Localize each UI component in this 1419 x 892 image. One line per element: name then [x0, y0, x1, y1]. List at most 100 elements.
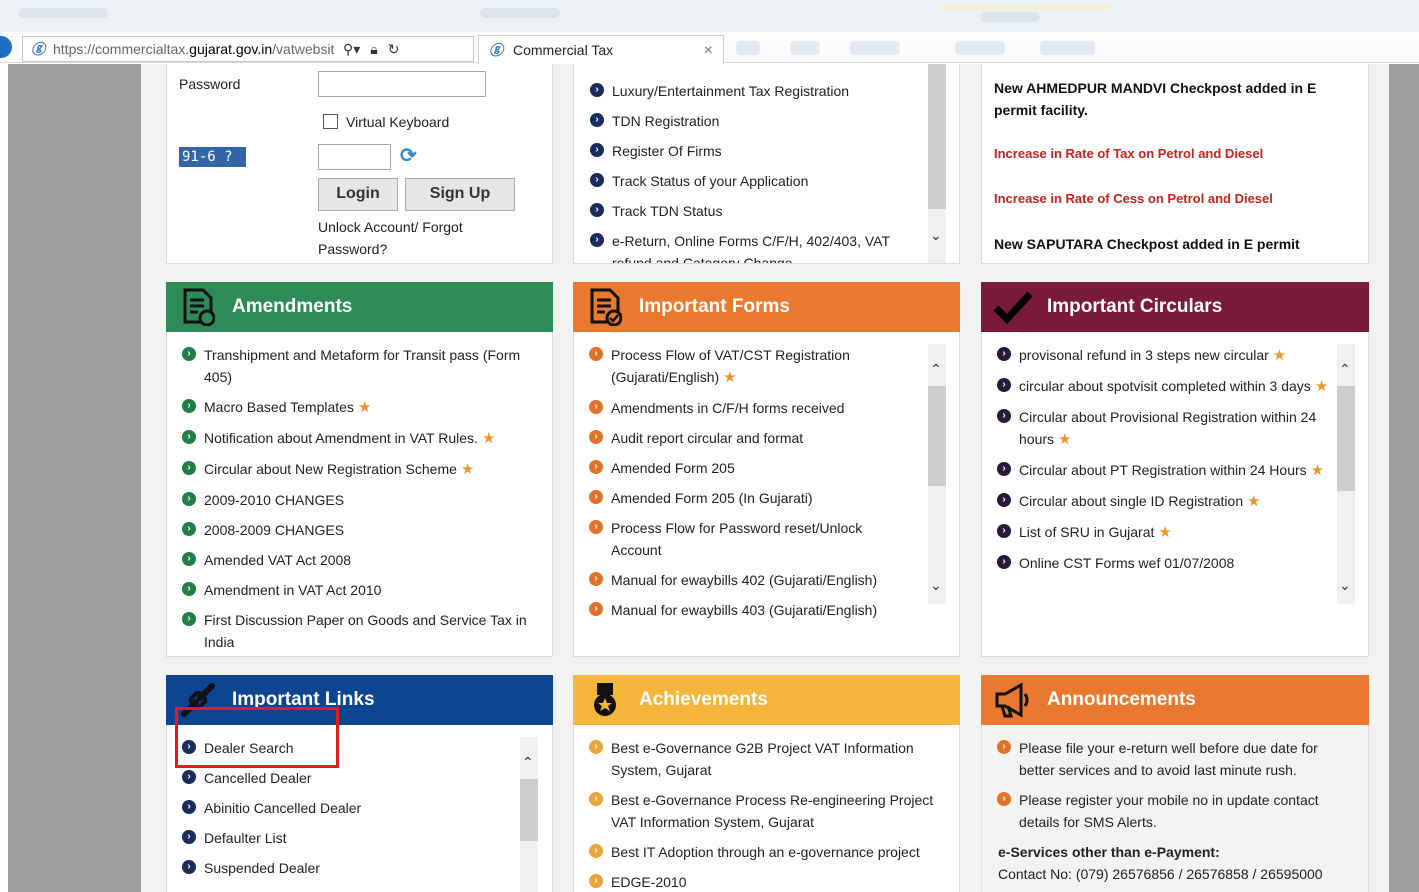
- captcha-refresh-icon[interactable]: ⟳: [400, 143, 417, 168]
- registration-scrollbar[interactable]: ⌄: [928, 64, 946, 263]
- password-input[interactable]: [318, 71, 486, 97]
- star-icon: ★: [1158, 524, 1172, 541]
- list-item[interactable]: › Process Flow for Password reset/Unlock …: [589, 517, 909, 561]
- links-scrollbar[interactable]: ⌃: [520, 737, 538, 892]
- circulars-header: Important Circulars: [981, 282, 1369, 332]
- bullet-icon: ›: [182, 399, 196, 413]
- bullet-icon: ›: [997, 493, 1011, 507]
- list-item[interactable]: › Circular about single ID Registration ★: [997, 490, 1332, 513]
- achievements-header: Achievements: [573, 675, 960, 725]
- bullet-icon: ›: [997, 462, 1011, 476]
- list-item[interactable]: › e-Return, Online Forms C/F/H, 402/403, …: [590, 230, 925, 263]
- bullet-icon: ›: [589, 792, 603, 806]
- news-item[interactable]: Increase in Rate of Cess on Petrol and D…: [994, 188, 1344, 210]
- list-item[interactable]: › Macro Based Templates ★: [182, 396, 532, 419]
- list-item[interactable]: › Amendments in C/F/H forms received: [589, 397, 909, 419]
- bullet-icon: ›: [182, 430, 196, 444]
- forms-scrollbar[interactable]: ⌃ ⌄: [928, 344, 946, 604]
- list-item[interactable]: › Amendment in VAT Act 2010: [182, 579, 532, 601]
- star-icon: ★: [723, 369, 737, 386]
- list-item[interactable]: › 2009-2010 CHANGES: [182, 489, 532, 511]
- list-item[interactable]: › Amended Form 205 (In Gujarati): [589, 487, 909, 509]
- lock-icon[interactable]: 🔒︎: [370, 41, 377, 58]
- bullet-icon: ›: [589, 874, 603, 888]
- bullet-icon: ›: [589, 740, 603, 754]
- virtual-keyboard-label: Virtual Keyboard: [346, 114, 450, 130]
- list-item[interactable]: › Best e-Governance G2B Project VAT Infor…: [589, 737, 949, 781]
- bullet-icon: ›: [182, 860, 196, 874]
- list-item[interactable]: › Abinitio Cancelled Dealer: [182, 797, 502, 819]
- list-item[interactable]: › Amended VAT Act 2008: [182, 549, 532, 571]
- announcements-title: Announcements: [1047, 689, 1196, 710]
- tab-commercial-tax[interactable]: ⓖ Commercial Tax ×: [478, 35, 724, 64]
- scroll-up-icon[interactable]: ⌃: [522, 755, 534, 769]
- circulars-scrollbar[interactable]: ⌃ ⌄: [1337, 344, 1355, 604]
- list-item[interactable]: › TDN Registration: [590, 110, 925, 132]
- list-item[interactable]: › Audit report circular and format: [589, 427, 909, 449]
- list-item[interactable]: › provisonal refund in 3 steps new circul…: [997, 344, 1332, 367]
- tab-favicon-icon: ⓖ: [489, 42, 503, 58]
- list-item[interactable]: › Circular about New Registration Scheme ★: [182, 458, 532, 481]
- list-item[interactable]: › Online CST Forms wef 01/07/2008: [997, 552, 1332, 574]
- list-item[interactable]: › circular about spotvisit completed with…: [997, 375, 1332, 398]
- scroll-up-icon[interactable]: ⌃: [1339, 362, 1351, 376]
- achievements-title: Achievements: [639, 689, 768, 710]
- list-item[interactable]: › Manual for ewaybills 402 (Gujarati/Engl…: [589, 569, 909, 591]
- list-item[interactable]: › Circular about Provisional Registration…: [997, 406, 1332, 451]
- bullet-icon: ›: [589, 490, 603, 504]
- list-item[interactable]: › Track TDN Status: [590, 200, 925, 222]
- bullet-icon: ›: [997, 740, 1011, 754]
- bullet-icon: ›: [590, 113, 604, 127]
- login-button[interactable]: Login: [318, 178, 398, 211]
- eservices-label: e-Services other than e-Payment:: [998, 844, 1220, 860]
- news-panel: New AHMEDPUR MANDVI Checkpost added in E…: [981, 64, 1369, 264]
- list-item[interactable]: › Circular about PT Registration within 2…: [997, 459, 1332, 482]
- list-item[interactable]: › Process Flow of VAT/CST Registration (G…: [589, 344, 909, 389]
- scroll-down-icon[interactable]: ⌄: [1339, 578, 1351, 592]
- address-bar: ⓖ https://commercialtax.gujarat.gov.in/v…: [0, 33, 1419, 64]
- list-item[interactable]: › First Discussion Paper on Goods and Ser…: [182, 609, 532, 653]
- document-edit-icon: [178, 287, 218, 327]
- captcha-input[interactable]: [318, 144, 391, 170]
- refresh-icon[interactable]: ↻: [388, 41, 400, 58]
- list-item[interactable]: › EDGE-2010: [589, 871, 949, 892]
- close-tab-icon[interactable]: ×: [704, 42, 713, 60]
- signup-button[interactable]: Sign Up: [405, 178, 515, 211]
- bullet-icon: ›: [182, 347, 196, 361]
- list-item[interactable]: › Best e-Governance Process Re-engineerin…: [589, 789, 949, 833]
- scroll-up-icon[interactable]: ⌃: [930, 362, 942, 376]
- list-item[interactable]: › 2008-2009 CHANGES: [182, 519, 532, 541]
- scroll-down-icon[interactable]: ⌄: [930, 578, 942, 592]
- list-item[interactable]: › Best IT Adoption through an e-governanc…: [589, 841, 949, 863]
- list-item[interactable]: › Suspended Dealer: [182, 857, 502, 879]
- list-item[interactable]: › List of SRU in Gujarat ★: [997, 521, 1332, 544]
- list-item[interactable]: › Defaulter List: [182, 827, 502, 849]
- search-icon[interactable]: ⚲▾: [343, 41, 360, 58]
- list-item[interactable]: › Track Status of your Application: [590, 170, 925, 192]
- list-item[interactable]: › Transhipment and Metaform for Transit p…: [182, 344, 532, 388]
- bullet-icon: ›: [997, 347, 1011, 361]
- bullet-icon: ›: [997, 555, 1011, 569]
- list-item[interactable]: › Cancelled Dealer: [182, 767, 502, 789]
- virtual-keyboard-checkbox[interactable]: [323, 114, 338, 129]
- list-item[interactable]: › Amended Form 205: [589, 457, 909, 479]
- news-item[interactable]: Increase in Rate of Tax on Petrol and Di…: [994, 143, 1344, 165]
- list-item[interactable]: › Notification about Amendment in VAT Rul…: [182, 427, 532, 450]
- bullet-icon: ›: [589, 520, 603, 534]
- url-field[interactable]: ⓖ https://commercialtax.gujarat.gov.in/v…: [22, 36, 474, 62]
- scroll-down-icon[interactable]: ⌄: [930, 228, 942, 242]
- bullet-icon: ›: [589, 844, 603, 858]
- password-label: Password: [179, 76, 241, 92]
- forms-header: Important Forms: [573, 282, 960, 332]
- forms-title: Important Forms: [639, 296, 790, 317]
- list-item[interactable]: › Luxury/Entertainment Tax Registration: [590, 80, 925, 102]
- registration-panel: › Luxury/Entertainment Tax Registration ›…: [573, 64, 960, 264]
- unlock-account-link[interactable]: Unlock Account/ Forgot Password?: [318, 216, 498, 260]
- news-item[interactable]: New SAPUTARA Checkpost added in E permit: [994, 233, 1344, 255]
- list-item[interactable]: › Register Of Firms: [590, 140, 925, 162]
- news-item[interactable]: New AHMEDPUR MANDVI Checkpost added in E…: [994, 77, 1344, 121]
- bullet-icon: ›: [590, 173, 604, 187]
- list-item[interactable]: › Manual for ewaybills 403 (Gujarati/Engl…: [589, 599, 909, 621]
- url-text[interactable]: https://commercialtax.gujarat.gov.in/vat…: [53, 41, 335, 57]
- star-icon: ★: [1310, 462, 1325, 479]
